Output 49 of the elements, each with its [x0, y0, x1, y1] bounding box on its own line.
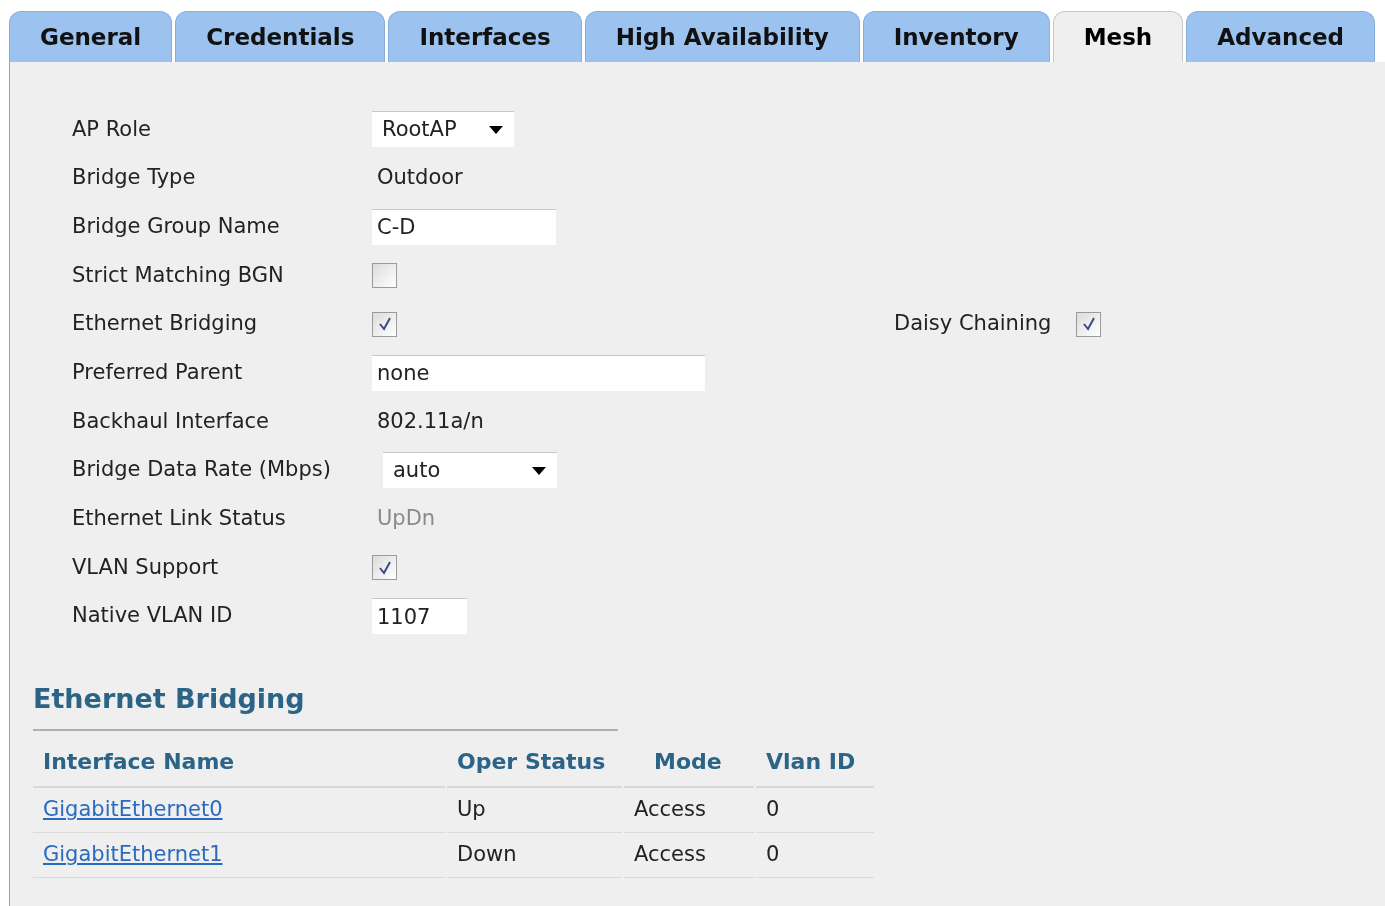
dropdown[interactable]: RootAP — [372, 111, 514, 148]
checkbox[interactable] — [372, 555, 397, 581]
table-cell-text: Access — [634, 796, 706, 824]
field-value: 802.11a/n — [376, 407, 484, 435]
column-header: Oper Status — [447, 737, 622, 789]
field-label: Bridge Data Rate (Mbps) — [72, 456, 332, 484]
field-label: Native VLAN ID — [72, 602, 234, 630]
input-field[interactable]: C-D — [372, 208, 556, 245]
tab[interactable]: Inventory — [862, 11, 1050, 62]
checkbox[interactable] — [372, 262, 397, 288]
caret-icon — [531, 465, 547, 476]
field-label: Daisy Chaining — [894, 310, 1052, 338]
table-cell-text: 0 — [766, 796, 780, 824]
column-header: Vlan ID — [756, 737, 874, 789]
field-label: Bridge Group Name — [72, 212, 281, 240]
tab[interactable]: Credentials — [175, 11, 386, 62]
tab[interactable]: High Availability — [584, 11, 860, 62]
field-value: UpDn — [376, 505, 436, 533]
field-label: Preferred Parent — [72, 359, 244, 387]
dropdown[interactable]: auto — [383, 452, 557, 489]
checkmark-icon — [376, 559, 393, 576]
field-value: Outdoor — [376, 164, 463, 192]
table-cell-text: 0 — [766, 841, 780, 869]
field-label: AP Role — [72, 115, 152, 143]
interface-link[interactable]: GigabitEthernet1 — [43, 839, 223, 871]
column-header: Interface Name — [33, 737, 445, 789]
tab[interactable]: General — [9, 11, 173, 62]
section-title: Ethernet Bridging — [33, 678, 618, 732]
checkbox[interactable] — [1076, 311, 1102, 337]
checkmark-icon — [1080, 316, 1097, 333]
column-header: Mode — [624, 737, 754, 789]
checkbox[interactable] — [372, 311, 397, 337]
table-cell-text: Down — [457, 841, 517, 869]
interface-link[interactable]: GigabitEthernet0 — [43, 794, 223, 826]
tab[interactable]: Advanced — [1186, 11, 1376, 62]
caret-icon — [488, 124, 504, 135]
field-label: Backhaul Interface — [72, 407, 270, 435]
checkmark-icon — [376, 316, 393, 333]
input-field[interactable]: 1107 — [372, 598, 467, 635]
field-label: Ethernet Bridging — [72, 310, 259, 338]
tab[interactable]: Interfaces — [388, 11, 582, 62]
input-field[interactable]: none — [372, 354, 705, 391]
field-label: Strict Matching BGN — [72, 261, 285, 289]
table-cell-text: Access — [634, 841, 706, 869]
field-label: Bridge Type — [72, 164, 197, 192]
field-label: VLAN Support — [72, 553, 220, 581]
field-label: Ethernet Link Status — [72, 505, 287, 533]
tab[interactable]: Mesh — [1052, 11, 1184, 62]
table-cell-text: Up — [457, 796, 486, 824]
